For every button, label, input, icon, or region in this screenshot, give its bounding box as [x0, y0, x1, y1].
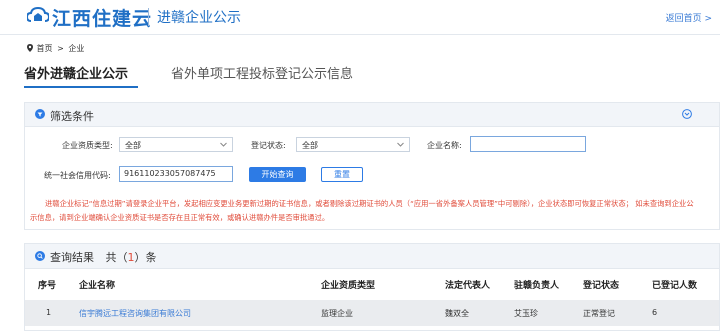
- column-header-local-rep: 驻赣负责人: [514, 281, 560, 291]
- column-header-registered-count: 已登记人数: [652, 281, 698, 291]
- site-logo-text: 江西住建云: [52, 8, 153, 30]
- search-button[interactable]: 开始查询: [249, 167, 306, 182]
- company-name-label: 企业名称:: [427, 141, 462, 150]
- qualification-type-select[interactable]: 全部: [119, 137, 233, 152]
- table-row[interactable]: 1 信宇腾远工程咨询集团有限公司 监理企业 魏双全 艾玉珍 正常登记 6: [25, 300, 719, 326]
- cell-company-link[interactable]: 信宇腾远工程咨询集团有限公司: [79, 308, 191, 319]
- filter-panel-title: 筛选条件: [50, 110, 94, 123]
- table-header: 序号 企业名称 企业资质类型 法定代表人 驻赣负责人 登记状态 已登记人数: [25, 274, 719, 296]
- back-home-link[interactable]: 返回首页 >: [666, 11, 712, 24]
- column-header-status: 登记状态: [583, 281, 620, 291]
- cell-legal-rep: 魏双全: [445, 309, 469, 318]
- reset-button[interactable]: 重置: [321, 167, 363, 182]
- active-tab-indicator: [24, 86, 138, 88]
- tab-bar: 省外进赣企业公示 省外单项工程投标登记公示信息: [24, 63, 720, 90]
- chevron-down-icon: [397, 142, 404, 147]
- cell-local-rep: 艾玉珍: [514, 309, 538, 318]
- site-header: 江西住建云 进赣企业公示 返回首页 >: [0, 0, 720, 35]
- column-header-legal-rep: 法定代表人: [445, 281, 491, 291]
- qualification-type-value: 全部: [125, 141, 141, 150]
- cell-qualification: 监理企业: [321, 309, 353, 318]
- breadcrumb-current: 企业: [68, 44, 85, 53]
- tab-out-of-province-companies[interactable]: 省外进赣企业公示: [24, 63, 128, 82]
- results-panel: 查询结果 共（1）条 序号 企业名称 企业资质类型 法定代表人 驻赣负责人 登记…: [24, 243, 720, 331]
- credit-code-label: 统一社会信用代码:: [44, 171, 111, 180]
- cell-registered-count: 6: [652, 308, 658, 317]
- collapse-chevron-icon[interactable]: [682, 109, 692, 119]
- search-icon: [35, 251, 45, 261]
- breadcrumb-home[interactable]: 首页: [37, 44, 53, 53]
- breadcrumb: 首页 > 企业: [26, 43, 86, 54]
- filter-panel-header: 筛选条件: [25, 103, 719, 127]
- results-count-prefix: 共（: [105, 251, 128, 264]
- location-pin-icon: [27, 44, 33, 52]
- company-name-input[interactable]: [470, 136, 586, 152]
- header-divider: [148, 8, 149, 26]
- registration-status-select[interactable]: 全部: [296, 137, 410, 152]
- notice-text: 进赣企业标记“信息过期”请登录企业平台，发起相应变更业务更新过期的证书信息，或者…: [30, 199, 694, 222]
- results-title-label: 查询结果: [50, 251, 94, 264]
- cell-status: 正常登记: [583, 309, 615, 318]
- credit-code-input[interactable]: 91611023305708747​5: [119, 166, 233, 182]
- results-title: 查询结果 共（1）条: [50, 249, 157, 265]
- column-header-index: 序号: [38, 281, 57, 291]
- cloud-house-logo-icon: [27, 6, 49, 22]
- column-header-company: 企业名称: [79, 281, 116, 291]
- registration-status-value: 全部: [302, 141, 318, 150]
- results-count: 1: [127, 251, 135, 264]
- tab-single-project-bid-registration[interactable]: 省外单项工程投标登记公示信息: [171, 63, 353, 82]
- chevron-down-icon: [220, 142, 227, 147]
- header-subtitle: 进赣企业公示: [157, 10, 241, 26]
- breadcrumb-separator: >: [57, 44, 64, 53]
- results-panel-header: 查询结果 共（1）条: [25, 244, 719, 269]
- registration-status-label: 登记状态:: [251, 141, 286, 150]
- qualification-type-label: 企业资质类型:: [62, 141, 113, 150]
- cell-index: 1: [46, 308, 52, 317]
- results-count-suffix: ）条: [134, 251, 157, 264]
- filter-panel: 筛选条件 企业资质类型: 全部 登记状态: 全部 企业名称: 统一社会信用代码:…: [24, 102, 720, 230]
- filter-icon: [35, 109, 45, 119]
- column-header-qualification: 企业资质类型: [321, 281, 376, 291]
